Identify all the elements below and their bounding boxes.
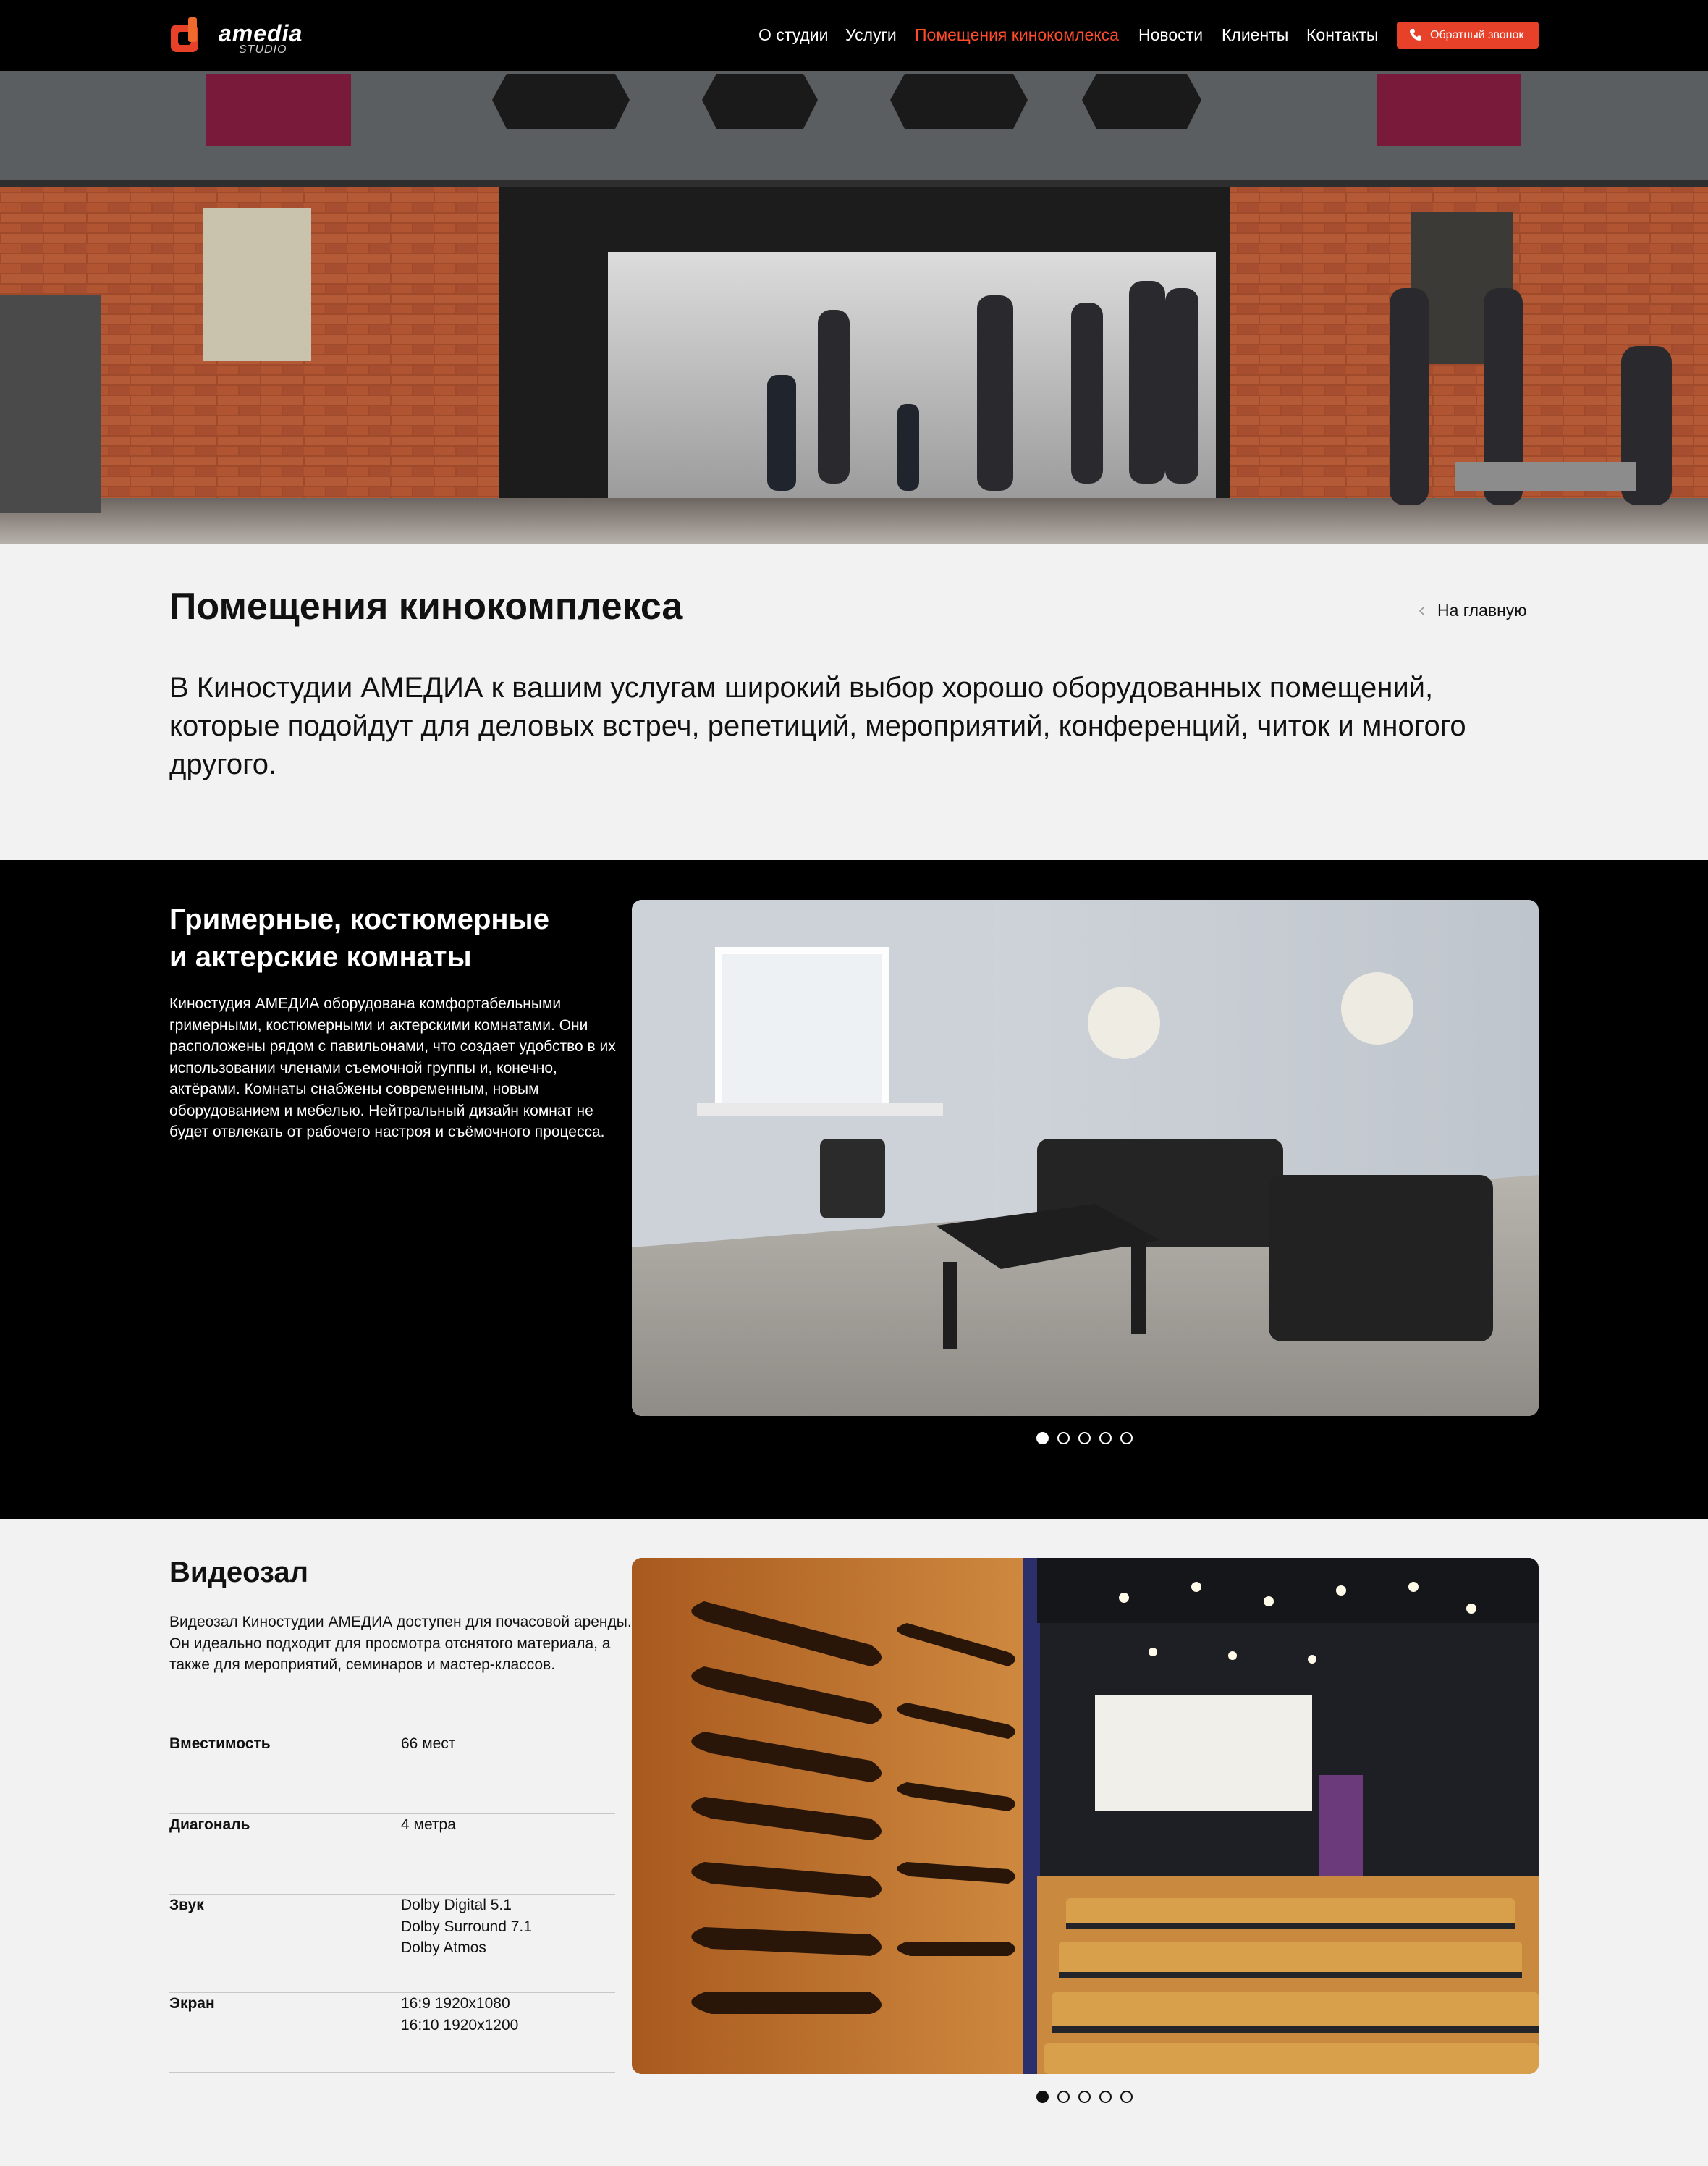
video-hall-photo <box>632 1558 1539 2074</box>
dressing-title-line2: и актерские комнаты <box>169 941 472 973</box>
slider-dot[interactable] <box>1099 1432 1112 1444</box>
slider-dot[interactable] <box>1099 2091 1112 2103</box>
spec-row-sound: Звук Dolby Digital 5.1 Dolby Surround 7.… <box>169 1895 615 1993</box>
nav-services[interactable]: Услуги <box>845 22 897 48</box>
spec-row-screen: Экран 16:9 1920x1080 16:10 1920x1200 <box>169 1993 615 2073</box>
dressing-slider-dots <box>1036 1432 1133 1446</box>
slider-dot[interactable] <box>1036 1432 1049 1444</box>
spec-value: 16:9 1920x1080 16:10 1920x1200 <box>401 1995 519 2034</box>
phone-icon <box>1410 29 1421 41</box>
chevron-left-icon <box>1419 605 1425 616</box>
spec-row-capacity: Вместимость 66 мест <box>169 1733 615 1814</box>
logo[interactable]: amedia STUDIO <box>169 14 304 58</box>
video-hall-slider-dots <box>1036 2091 1133 2105</box>
back-to-home-link[interactable]: На главную <box>1417 601 1527 620</box>
slider-dot[interactable] <box>1078 1432 1091 1444</box>
slider-dot[interactable] <box>1057 2091 1070 2103</box>
intro-section: Помещения кинокомплекса На главную В Кин… <box>0 544 1708 860</box>
spec-key: Диагональ <box>169 1816 250 1833</box>
hero-image <box>0 71 1708 544</box>
spec-key: Звук <box>169 1897 204 1913</box>
video-hall-specs: Вместимость 66 мест Диагональ 4 метра Зв… <box>169 1733 615 2073</box>
slider-dot[interactable] <box>1078 2091 1091 2103</box>
dressing-rooms-section: Гримерные, костюмерные и актерские комна… <box>0 860 1708 1519</box>
callback-button[interactable]: Обратный звонок <box>1397 22 1539 49</box>
back-link-label: На главную <box>1437 601 1527 620</box>
logo-mark-icon <box>171 17 198 52</box>
callback-label: Обратный звонок <box>1430 28 1524 41</box>
nav-news[interactable]: Новости <box>1138 22 1203 48</box>
video-hall-text: Видеозал Киностудии АМЕДИА доступен для … <box>169 1614 632 1673</box>
video-hall-title: Видеозал <box>169 1556 309 1588</box>
dressing-room-photo <box>632 900 1539 1416</box>
slider-dot[interactable] <box>1036 2091 1049 2103</box>
slider-dot[interactable] <box>1120 1432 1133 1444</box>
nav-premises[interactable]: Помещения кинокомлекса <box>915 22 1119 48</box>
spec-value: 4 метра <box>401 1816 456 1833</box>
slider-dot[interactable] <box>1057 1432 1070 1444</box>
spec-value: Dolby Digital 5.1 Dolby Surround 7.1 Dol… <box>401 1897 532 1956</box>
site-header: amedia STUDIO О студии Услуги Помещения … <box>0 0 1708 71</box>
video-hall-section: Видеозал Видеозал Киностудии АМЕДИА дост… <box>0 1519 1708 2166</box>
slider-dot[interactable] <box>1120 2091 1133 2103</box>
page-title: Помещения кинокомплекса <box>169 586 683 628</box>
dressing-rooms-title: Гримерные, костюмерные и актерские комна… <box>169 901 618 976</box>
logo-subtext: STUDIO <box>239 43 287 56</box>
dressing-rooms-text: Киностудия АМЕДИА оборудована комфортабе… <box>169 995 616 1140</box>
hero-photo <box>0 71 1708 544</box>
nav-about[interactable]: О студии <box>758 22 828 48</box>
spec-row-diagonal: Диагональ 4 метра <box>169 1814 615 1895</box>
spec-key: Экран <box>169 1995 215 2012</box>
nav-contacts[interactable]: Контакты <box>1306 22 1378 48</box>
nav-clients[interactable]: Клиенты <box>1222 22 1288 48</box>
intro-text: В Киностудии АМЕДИА к вашим услугам широ… <box>169 672 1466 780</box>
spec-value: 66 мест <box>401 1735 456 1752</box>
dressing-title-line1: Гримерные, костюмерные <box>169 903 549 935</box>
spec-key: Вместимость <box>169 1735 271 1752</box>
